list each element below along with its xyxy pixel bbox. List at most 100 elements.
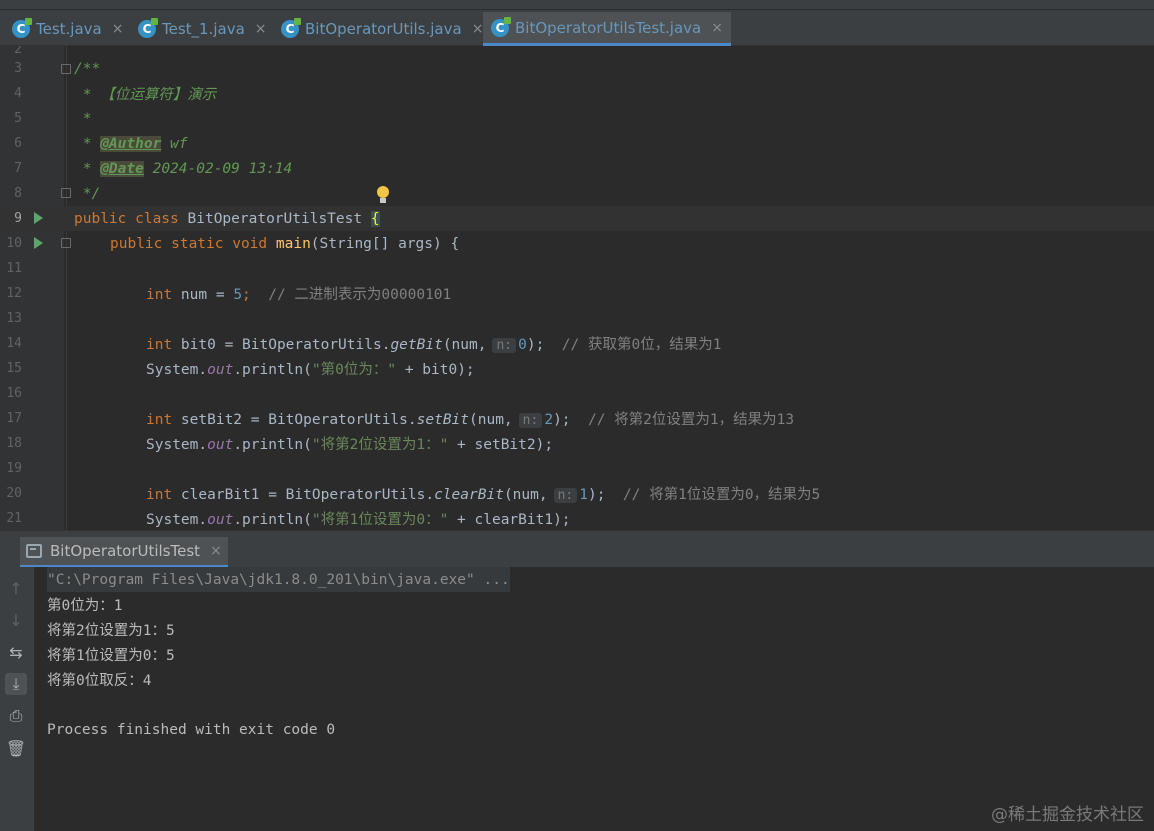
fold-icon[interactable] [61,64,71,74]
close-icon[interactable]: × [255,21,267,37]
javadoc-author-tag: @Author [100,135,162,152]
code-line: 10 public static void main(String[] args… [0,231,1154,256]
keyword: public static void [110,235,276,252]
tab-test-1-java[interactable]: C Test_1.java × [130,12,275,46]
code-line: 20 int clearBit1 = BitOperatorUtils.clea… [0,481,1154,506]
line-number: 14 [6,336,22,351]
code-line: 21 System.out.println("将第1位设置为0：" + clea… [0,506,1154,530]
console-icon [26,544,42,558]
line-number: 17 [6,411,22,426]
trash-icon[interactable]: 🗑 [5,737,27,759]
line-number: 4 [14,86,22,101]
code-text: bit0 = BitOperatorUtils. [180,337,391,353]
close-icon[interactable]: × [210,543,222,559]
static-field: out [207,362,234,378]
javadoc-prefix: * [74,160,101,177]
tab-test-java[interactable]: C Test.java × [4,12,131,46]
javadoc-open: /** [74,60,101,77]
code-text: (num, [503,487,548,503]
code-line: 16 [0,381,1154,406]
console-output[interactable]: "C:\Program Files\Java\jdk1.8.0_201\bin\… [47,567,1154,831]
run-gutter-icon[interactable] [34,212,43,224]
string-literal: "将第1位设置为0：" [311,512,449,528]
javadoc-blank: * [74,110,92,127]
keyword: int [146,287,181,303]
fold-icon[interactable] [61,188,71,198]
code-text: .println( [233,362,312,378]
brace: { [370,210,380,227]
code-line: 18 System.out.println("将第2位设置为1：" + setB… [0,431,1154,456]
line-number: 15 [6,361,22,376]
code-line-current: 9 public class BitOperatorUtilsTest { [0,206,1154,231]
number-literal: 1 [579,487,588,503]
parameter-hint: n: [518,413,543,428]
code-line: 14 int bit0 = BitOperatorUtils.getBit(nu… [0,331,1154,356]
code-text: .println( [233,512,312,528]
line-number: 9 [14,211,22,226]
code-text: System. [146,437,208,453]
method-name: getBit [390,337,443,353]
class-name: BitOperatorUtilsTest [187,210,371,227]
tab-bitoperatorutilstest-java[interactable]: C BitOperatorUtilsTest.java × [483,12,731,46]
comment: // 将第2位设置为1，结果为13 [570,412,795,428]
console-command-line[interactable]: "C:\Program Files\Java\jdk1.8.0_201\bin\… [47,567,510,592]
keyword: int [146,487,181,503]
code-line: 5 * [0,106,1154,131]
code-text: clearBit1 = BitOperatorUtils. [180,487,435,503]
javadoc-prefix: * [74,87,101,103]
string-literal: "第0位为：" [311,362,397,378]
line-number: 11 [6,261,22,276]
console-line: 将第2位设置为1：5 [47,623,175,639]
code-text: + bit0); [396,362,475,378]
scroll-to-end-icon[interactable]: ⤓ [5,673,27,695]
line-number: 7 [14,161,22,176]
soft-wrap-icon[interactable]: ⇆ [5,641,27,663]
tab-label: BitOperatorUtils.java [305,20,462,38]
number-literal: 5 [233,287,243,303]
down-arrow-icon[interactable]: ↓ [5,609,27,631]
java-class-icon: C [491,16,511,37]
code-editor[interactable]: 2 3 /** 4 * 【位运算符】演示 5 * 6 * @Author wf … [0,46,1154,530]
code-line: 13 [0,306,1154,331]
code-line: 19 [0,456,1154,481]
number-literal: 0 [518,337,527,353]
line-number: 21 [6,511,22,526]
close-icon[interactable]: × [112,21,124,37]
close-icon[interactable]: × [711,20,723,36]
method-name: main [275,235,311,252]
line-number: 13 [6,311,22,326]
code-line: 12 int num = 5; // 二进制表示为00000101 [0,281,1154,306]
lightbulb-icon[interactable] [376,186,390,206]
javadoc-author-value: wf [161,135,188,152]
code-text: .println( [233,437,312,453]
tab-label: Test_1.java [162,20,245,38]
run-tab[interactable]: BitOperatorUtilsTest × [20,537,228,567]
tab-bitoperatorutils-java[interactable]: C BitOperatorUtils.java × [273,12,491,46]
fold-icon[interactable] [61,238,71,248]
up-arrow-icon[interactable]: ↑ [5,577,27,599]
code-text: System. [146,512,208,528]
code-line: 17 int setBit2 = BitOperatorUtils.setBit… [0,406,1154,431]
code-text: num = [180,287,234,303]
comment: // 将第1位设置为0，结果为5 [605,487,821,503]
java-class-icon: C [281,18,301,38]
print-icon[interactable]: ⎙ [5,705,27,727]
code-text: System. [146,362,208,378]
code-text: + clearBit1); [448,512,571,528]
line-number: 20 [6,486,22,501]
tab-label: BitOperatorUtilsTest.java [515,18,702,37]
semicolon: ; [242,287,251,303]
run-gutter-icon[interactable] [34,237,43,249]
navigation-bar [0,0,1154,10]
code-line: 15 System.out.println("第0位为：" + bit0); [0,356,1154,381]
close-icon[interactable]: × [472,21,484,37]
line-number: 18 [6,436,22,451]
line-number: 3 [14,61,22,76]
code-text: ); [587,487,606,503]
code-text: ); [526,337,545,353]
keyword: public class [74,210,188,227]
code-line: 4 * 【位运算符】演示 [0,81,1154,106]
line-number: 19 [6,461,22,476]
parameter-hint: n: [553,488,578,503]
code-line: 6 * @Author wf [0,131,1154,156]
